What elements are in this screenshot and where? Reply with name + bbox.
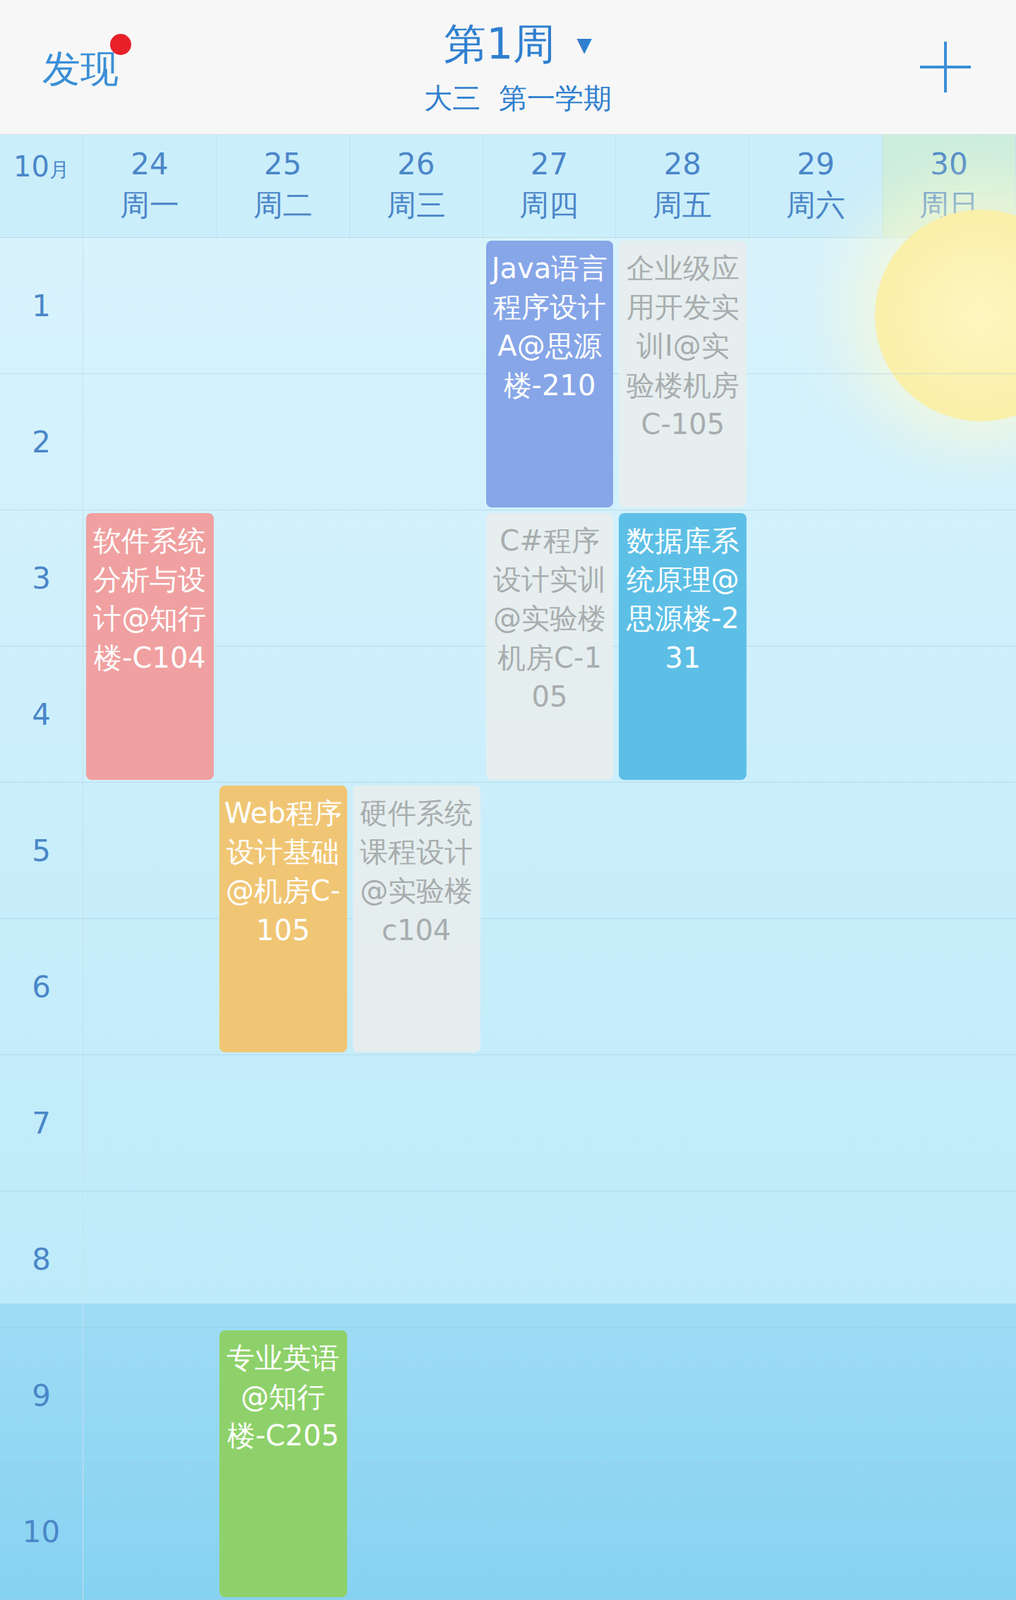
period-label: 10 [0, 1463, 84, 1600]
course-card[interactable]: 专业英语@知行楼-C205 [219, 1329, 348, 1597]
day-column-header[interactable]: 27周四 [483, 134, 617, 238]
sea-decoration [0, 1303, 1016, 1600]
period-label: 9 [0, 1327, 84, 1464]
course-card[interactable]: C#程序设计实训@实验楼机房C-105 [486, 512, 614, 780]
course-card[interactable]: 硬件系统课程设计@实验楼c104 [352, 785, 481, 1052]
course-card[interactable]: 数据库系统原理@思源楼-231 [618, 512, 747, 780]
week-selector[interactable]: 第1周 ▼ 大三 第一学期 [424, 16, 612, 118]
period-label: 2 [0, 373, 84, 511]
period-label: 5 [0, 782, 84, 919]
row-line [0, 1463, 1016, 1600]
period-label: 1 [0, 237, 84, 374]
period-label: 4 [0, 646, 84, 783]
course-card[interactable]: 企业级应用开发实训I@实验楼机房C-105 [618, 240, 747, 508]
period-label: 7 [0, 1054, 84, 1191]
day-column-header[interactable]: 28周五 [615, 134, 750, 238]
day-column-header[interactable]: 25周二 [216, 134, 350, 238]
schedule-page: 发现 第1周 ▼ 大三 第一学期 10月24周一25周二26周三27周四28周五29周六… [0, 0, 1016, 1600]
week-title: 第1周 [443, 16, 556, 74]
row-line [0, 1327, 1016, 1464]
month-label: 10月 [0, 134, 84, 238]
timetable: 12345678910 Java语言程序设计A@思源楼-210企业级应用开发实训I… [0, 237, 1016, 1600]
period-label: 8 [0, 1190, 84, 1328]
term-label: 大三 第一学期 [424, 79, 612, 118]
plus-icon [917, 38, 974, 96]
discover-button[interactable]: 发现 [42, 39, 119, 96]
day-column-header[interactable]: 26周三 [349, 134, 484, 238]
course-card[interactable]: Java语言程序设计A@思源楼-210 [486, 240, 614, 508]
day-header: 10月24周一25周二26周三27周四28周五29周六30周日 [0, 134, 1016, 238]
period-label: 3 [0, 510, 84, 647]
period-label: 6 [0, 918, 84, 1055]
course-card[interactable]: Web程序设计基础@机房C-105 [219, 785, 348, 1052]
course-card[interactable]: 软件系统分析与设计@知行楼-C104 [86, 512, 214, 780]
day-column-header[interactable]: 29周六 [749, 134, 883, 238]
notification-dot [110, 33, 132, 56]
dropdown-icon: ▼ [576, 33, 592, 57]
row-line [0, 782, 1016, 919]
day-column-header[interactable]: 24周一 [83, 134, 217, 238]
add-button[interactable] [917, 38, 974, 96]
top-bar: 发现 第1周 ▼ 大三 第一学期 [0, 0, 1016, 135]
row-line [0, 1054, 1016, 1191]
sun-icon [874, 209, 1016, 422]
row-line [0, 918, 1016, 1055]
row-line [0, 1190, 1016, 1328]
